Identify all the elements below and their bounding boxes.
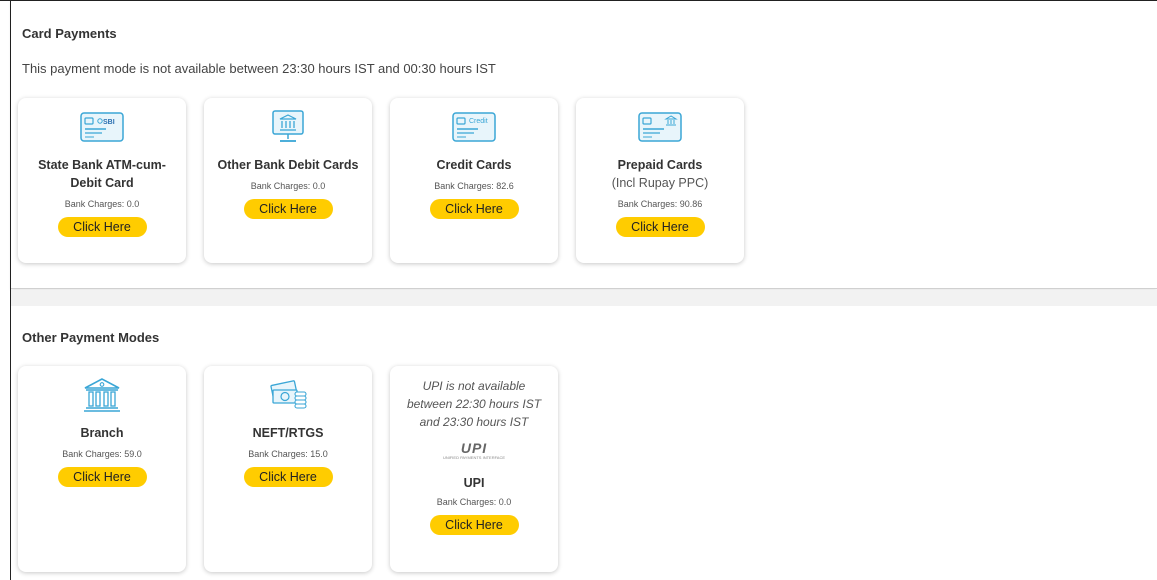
click-here-button-neft[interactable]: Click Here (243, 467, 333, 487)
tile-neft-rtgs: NEFT/RTGS Bank Charges: 15.0 Click Here (204, 366, 372, 572)
sbi-card-icon: SBI (80, 110, 124, 144)
upi-logo-text: UPI (460, 440, 488, 456)
click-here-button-sbi[interactable]: Click Here (57, 217, 147, 237)
upi-logo-subtext: UNIFIED PAYMENTS INTERFACE (442, 455, 506, 460)
prepaid-card-icon (638, 110, 682, 144)
svg-text:SBI: SBI (103, 119, 115, 126)
credit-card-icon: Credit (452, 110, 496, 144)
bank-charges-upi: Bank Charges: 0.0 (436, 497, 512, 507)
svg-text:Credit: Credit (469, 118, 488, 125)
tile-name-sbi: State Bank ATM-cum-Debit Card (38, 158, 166, 190)
section-title-card-payments: Card Payments (22, 26, 117, 41)
bank-charges-neft: Bank Charges: 15.0 (248, 449, 328, 459)
bank-charges-prepaid: Bank Charges: 90.86 (617, 199, 703, 209)
tile-credit-cards: Credit Credit Cards Bank Charges: 82.6 C… (390, 98, 558, 263)
tile-name-neft: NEFT/RTGS (252, 426, 324, 440)
cash-coins-icon (266, 378, 310, 412)
bank-building-icon (80, 378, 124, 412)
click-here-button-branch[interactable]: Click Here (57, 467, 147, 487)
tile-upi: UPI is not available between 22:30 hours… (390, 366, 558, 572)
tile-branch: Branch Bank Charges: 59.0 Click Here (18, 366, 186, 572)
tile-sbi-debit-card: SBI State Bank ATM-cum-Debit Card Bank C… (18, 98, 186, 263)
tile-name-credit: Credit Cards (436, 158, 512, 172)
card-payments-section: Card Payments This payment mode is not a… (11, 1, 1157, 289)
bank-charges-other-bank: Bank Charges: 0.0 (250, 181, 326, 191)
tile-subtitle-prepaid: (Incl Rupay PPC) (611, 176, 709, 190)
tile-other-bank-debit-cards: Other Bank Debit Cards Bank Charges: 0.0… (204, 98, 372, 263)
tile-name-prepaid: Prepaid Cards (617, 158, 703, 172)
click-here-button-upi[interactable]: Click Here (429, 515, 519, 535)
tile-name-branch: Branch (80, 426, 124, 440)
upi-availability-note: UPI is not available between 22:30 hours… (406, 379, 542, 429)
other-payment-modes-section: Other Payment Modes Branch Bank Charges:… (11, 306, 1157, 580)
upi-logo: UPI UNIFIED PAYMENTS INTERFACE (443, 441, 505, 463)
availability-notice: This payment mode is not available betwe… (22, 61, 496, 76)
click-here-button-credit[interactable]: Click Here (429, 199, 519, 219)
bank-charges-sbi: Bank Charges: 0.0 (64, 199, 140, 209)
tile-prepaid-cards: Prepaid Cards (Incl Rupay PPC) Bank Char… (576, 98, 744, 263)
card-payment-options: SBI State Bank ATM-cum-Debit Card Bank C… (18, 98, 744, 263)
tile-name-upi: UPI (463, 476, 485, 490)
section-separator (11, 290, 1157, 306)
bank-charges-branch: Bank Charges: 59.0 (62, 449, 142, 459)
bank-monitor-icon (266, 110, 310, 144)
bank-charges-credit: Bank Charges: 82.6 (434, 181, 514, 191)
section-title-other-modes: Other Payment Modes (22, 330, 160, 345)
tile-name-other-bank: Other Bank Debit Cards (217, 158, 359, 172)
click-here-button-prepaid[interactable]: Click Here (615, 217, 705, 237)
click-here-button-other-bank[interactable]: Click Here (243, 199, 333, 219)
other-payment-options: Branch Bank Charges: 59.0 Click Here NEF… (18, 366, 558, 572)
